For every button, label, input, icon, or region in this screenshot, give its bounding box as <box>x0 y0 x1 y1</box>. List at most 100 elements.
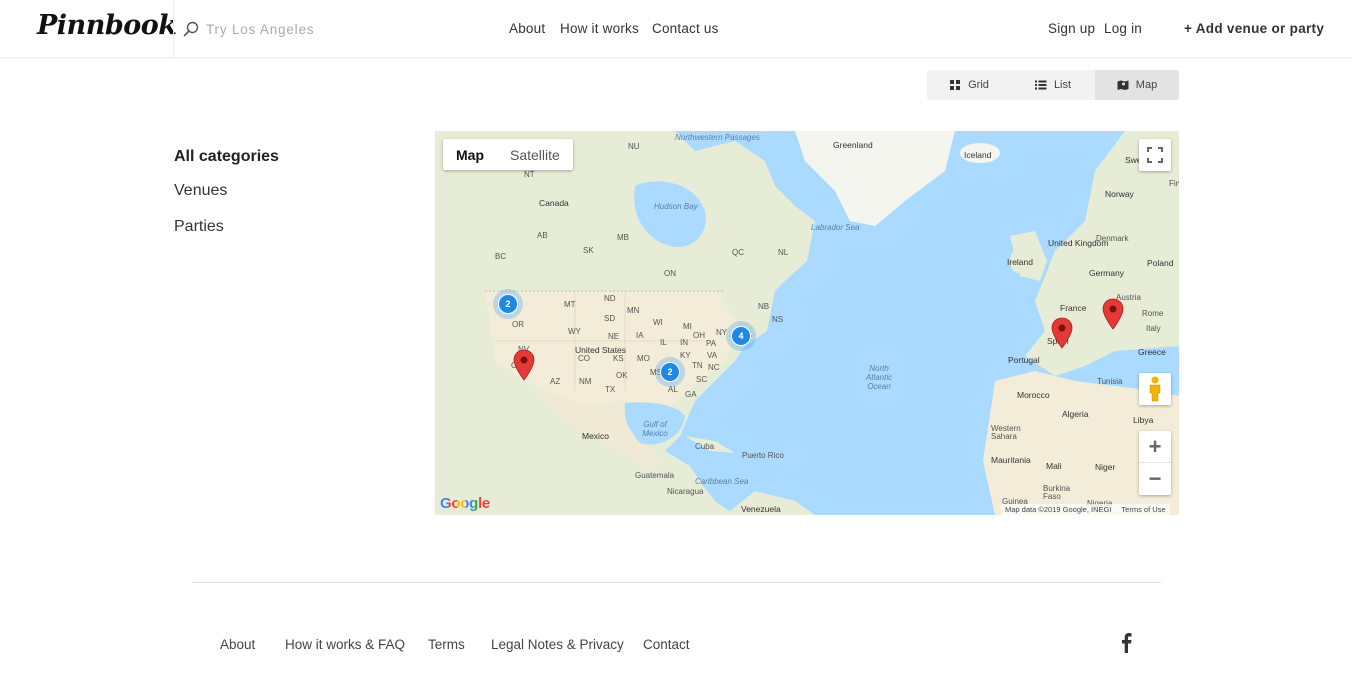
label-rome: Rome <box>1142 309 1164 318</box>
label-ia: IA <box>636 331 644 340</box>
footer-about-link[interactable]: About <box>220 637 255 652</box>
header-divider <box>173 0 174 58</box>
map-data-credit: Map data ©2019 Google, INEGI <box>1005 505 1112 514</box>
map-type-map-button[interactable]: Map <box>443 139 497 170</box>
street-view-button[interactable] <box>1139 373 1171 405</box>
signup-link[interactable]: Sign up <box>1048 21 1095 36</box>
footer-terms-link[interactable]: Terms <box>428 637 465 652</box>
label-co: CO <box>578 354 590 363</box>
nav-contact-us[interactable]: Contact us <box>652 21 719 36</box>
label-puerto-rico: Puerto Rico <box>742 451 784 460</box>
label-nu: NU <box>628 142 640 151</box>
label-nd: ND <box>604 294 616 303</box>
list-view-label: List <box>1053 79 1072 91</box>
label-italy: Italy <box>1146 324 1161 333</box>
map-view-button[interactable]: Map <box>1095 70 1179 100</box>
label-venezuela: Venezuela <box>741 504 781 514</box>
label-mb: MB <box>617 233 629 242</box>
label-in: IN <box>680 338 688 347</box>
label-western-sahara: Western Sahara <box>991 424 1021 441</box>
label-nl: NL <box>778 248 789 257</box>
label-germany: Germany <box>1089 268 1124 278</box>
list-view-button[interactable]: List <box>1011 70 1095 100</box>
label-ga: GA <box>685 390 697 399</box>
map-icon <box>1117 80 1129 90</box>
footer-how-it-works-link[interactable]: How it works & FAQ <box>285 637 405 652</box>
label-or: OR <box>512 320 524 329</box>
pegman-icon <box>1149 376 1161 402</box>
label-denmark: Denmark <box>1096 234 1129 243</box>
marker-cluster[interactable]: 2 <box>493 289 523 319</box>
label-ok: OK <box>616 371 628 380</box>
category-all[interactable]: All categories <box>174 148 279 166</box>
fullscreen-button[interactable] <box>1139 139 1171 171</box>
footer-legal-link[interactable]: Legal Notes & Privacy <box>491 637 624 652</box>
venue-pin[interactable] <box>1051 317 1073 349</box>
label-morocco: Morocco <box>1017 390 1050 400</box>
label-tunisia: Tunisia <box>1097 377 1123 386</box>
label-mn: MN <box>627 306 640 315</box>
label-nm: NM <box>579 377 592 386</box>
map-canvas[interactable]: Northwestern Passages NU Greenland Icela… <box>435 131 1179 515</box>
label-nw-passages: Northwestern Passages <box>675 133 760 142</box>
map-attribution: Map data ©2019 Google, INEGI Terms of Us… <box>1001 504 1170 515</box>
label-ireland: Ireland <box>1007 257 1033 267</box>
label-mo: MO <box>637 354 650 363</box>
venue-pin[interactable] <box>1102 298 1124 330</box>
label-niger: Niger <box>1095 462 1116 472</box>
add-venue-button[interactable]: + Add venue or party <box>1184 21 1324 36</box>
search-icon <box>183 21 199 37</box>
label-sd: SD <box>604 314 616 323</box>
category-parties[interactable]: Parties <box>174 218 224 236</box>
zoom-in-button[interactable]: + <box>1139 431 1171 463</box>
google-logo-text: Google <box>440 495 490 512</box>
google-logo[interactable]: Google <box>440 495 490 512</box>
cluster-count: 4 <box>731 326 751 346</box>
label-ns: NS <box>772 315 784 324</box>
label-guatemala: Guatemala <box>635 471 675 480</box>
label-sk: SK <box>583 246 594 255</box>
label-nicaragua: Nicaragua <box>667 487 704 496</box>
footer-contact-link[interactable]: Contact <box>643 637 690 652</box>
search-input[interactable] <box>206 17 406 41</box>
label-ab: AB <box>537 231 548 240</box>
label-norway: Norway <box>1105 189 1134 199</box>
label-burkina-faso: Burkina Faso <box>1043 484 1071 501</box>
zoom-out-button[interactable]: − <box>1139 463 1171 495</box>
terms-of-use-link[interactable]: Terms of Use <box>1121 505 1165 514</box>
category-venues[interactable]: Venues <box>174 182 227 200</box>
facebook-icon[interactable] <box>1119 633 1135 653</box>
login-link[interactable]: Log in <box>1104 21 1142 36</box>
label-gulf-mexico: Gulf of Mexico <box>642 420 668 438</box>
label-nt: NT <box>524 170 535 179</box>
label-hudson-bay: Hudson Bay <box>654 202 698 211</box>
label-finland: Fin <box>1169 179 1179 188</box>
label-ne: NE <box>608 332 620 341</box>
label-poland: Poland <box>1147 258 1174 268</box>
label-tn: TN <box>692 361 703 370</box>
label-libya: Libya <box>1133 415 1154 425</box>
pinnbook-logo[interactable]: Pinnbook <box>37 10 177 41</box>
map-view-label: Map <box>1135 79 1158 91</box>
label-oh: OH <box>693 331 705 340</box>
label-mt: MT <box>564 300 576 309</box>
nav-how-it-works[interactable]: How it works <box>560 21 639 36</box>
map-type-control: Map Satellite <box>443 139 573 170</box>
label-cuba: Cuba <box>695 442 715 451</box>
grid-view-button[interactable]: Grid <box>927 70 1011 100</box>
label-portugal: Portugal <box>1008 355 1040 365</box>
label-iceland: Iceland <box>964 150 992 160</box>
list-icon <box>1034 80 1047 90</box>
label-il: IL <box>660 338 667 347</box>
map-type-satellite-button[interactable]: Satellite <box>497 139 573 170</box>
marker-cluster[interactable]: 2 <box>655 357 685 387</box>
marker-cluster[interactable]: 4 <box>726 321 756 351</box>
top-header: Pinnbook About How it works Contact us S… <box>0 0 1352 58</box>
label-wi: WI <box>653 318 663 327</box>
label-labrador-sea: Labrador Sea <box>811 223 860 232</box>
label-nb: NB <box>758 302 770 311</box>
venue-pin[interactable] <box>513 349 535 381</box>
label-sc: SC <box>696 375 708 384</box>
cluster-count: 2 <box>660 362 680 382</box>
nav-about[interactable]: About <box>509 21 545 36</box>
